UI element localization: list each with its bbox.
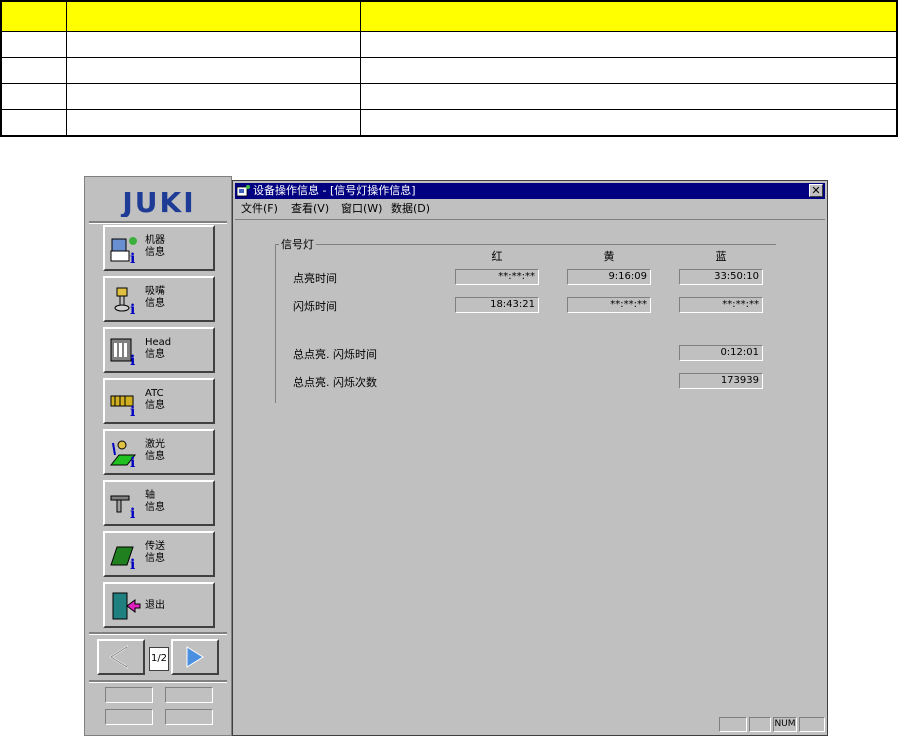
divider bbox=[89, 632, 227, 635]
button-label-2: 信息 bbox=[145, 349, 165, 360]
button-label-1: 机器 bbox=[145, 235, 165, 246]
juki-logo: JUKI bbox=[120, 187, 195, 217]
total-time-label: 总点亮. 闪烁时间 bbox=[293, 348, 377, 361]
side-panel: JUKI i 机器 信息 i 吸嘴 信息 i Head 信息 i ATC 信息 … bbox=[84, 176, 232, 736]
machine-info-button[interactable]: i 机器 信息 bbox=[103, 225, 215, 271]
status-bar: NUM bbox=[235, 717, 825, 733]
total-count-field: 173939 bbox=[679, 373, 763, 389]
on-yellow-field: 9:16:09 bbox=[567, 269, 651, 285]
status-cell bbox=[719, 717, 747, 732]
total-count-label: 总点亮. 闪烁次数 bbox=[293, 376, 377, 389]
table-row bbox=[0, 109, 898, 137]
svg-text:i: i bbox=[130, 455, 135, 469]
table-header-row bbox=[0, 0, 898, 32]
button-label-2: 信息 bbox=[145, 400, 165, 411]
button-label-1: 吸嘴 bbox=[145, 286, 165, 297]
signal-info-window: 设备操作信息 - [信号灯操作信息] ✕ 文件(F) 查看(V) 窗口(W) 数… bbox=[232, 180, 828, 736]
svg-text:i: i bbox=[130, 506, 135, 520]
col-yellow: 黄 bbox=[603, 250, 615, 263]
svg-text:JUKI: JUKI bbox=[120, 187, 195, 217]
svg-text:i: i bbox=[130, 404, 135, 418]
svg-text:i: i bbox=[130, 353, 135, 367]
row-on-label: 点亮时间 bbox=[293, 272, 337, 285]
table-row bbox=[0, 83, 898, 110]
menu-bar: 文件(F) 查看(V) 窗口(W) 数据(D) bbox=[235, 200, 825, 218]
button-label-1: 激光 bbox=[145, 439, 165, 450]
atc-info-button[interactable]: i ATC 信息 bbox=[103, 378, 215, 424]
window-title: 设备操作信息 - [信号灯操作信息] bbox=[253, 184, 416, 197]
on-red-field: **:**:** bbox=[455, 269, 539, 285]
arrow-left-icon bbox=[109, 645, 128, 669]
button-label-2: 信息 bbox=[145, 502, 165, 513]
nozzle-info-button[interactable]: i 吸嘴 信息 bbox=[103, 276, 215, 322]
machine-info-icon: i bbox=[110, 237, 137, 265]
table-header-cell bbox=[0, 0, 67, 32]
button-label-1: 退出 bbox=[145, 600, 165, 611]
status-cell bbox=[749, 717, 771, 732]
next-page-button[interactable] bbox=[171, 639, 219, 675]
axis-info-button[interactable]: i 轴信息 bbox=[103, 480, 215, 526]
empty-slot bbox=[165, 709, 213, 725]
divider bbox=[89, 221, 227, 224]
status-cell bbox=[799, 717, 825, 732]
col-blue: 蓝 bbox=[715, 250, 727, 263]
title-bar[interactable]: 设备操作信息 - [信号灯操作信息] ✕ bbox=[235, 183, 825, 199]
page-indicator: 1/2 bbox=[149, 647, 169, 671]
pager: 1/2 bbox=[95, 637, 221, 677]
divider bbox=[89, 680, 227, 683]
head-info-icon: i bbox=[110, 338, 135, 367]
button-label-2: 信息 bbox=[145, 298, 165, 309]
menu-window[interactable]: 窗口(W) bbox=[341, 200, 382, 218]
button-label-2: 信息 bbox=[145, 451, 165, 462]
client-area: 信号灯 红 黄 蓝 点亮时间 **:**:** 9:16:09 33:50:10… bbox=[235, 219, 825, 715]
menu-data[interactable]: 数据(D) bbox=[391, 200, 430, 218]
menu-view[interactable]: 查看(V) bbox=[291, 200, 329, 218]
flash-yellow-field: **:**:** bbox=[567, 297, 651, 313]
conveyor-info-button[interactable]: i 传送 信息 bbox=[103, 531, 215, 577]
table-row bbox=[0, 31, 898, 58]
on-blue-field: 33:50:10 bbox=[679, 269, 763, 285]
app-icon bbox=[237, 185, 250, 197]
menu-file[interactable]: 文件(F) bbox=[241, 200, 278, 218]
flash-blue-field: **:**:** bbox=[679, 297, 763, 313]
laser-info-button[interactable]: i 激光 信息 bbox=[103, 429, 215, 475]
empty-slot bbox=[165, 687, 213, 703]
total-time-field: 0:12:01 bbox=[679, 345, 763, 361]
svg-text:i: i bbox=[130, 251, 135, 265]
table-row bbox=[0, 57, 898, 84]
empty-slot bbox=[105, 687, 153, 703]
row-flash-label: 闪烁时间 bbox=[293, 300, 337, 313]
button-label-2: 信息 bbox=[145, 553, 165, 564]
col-red: 红 bbox=[491, 250, 503, 263]
close-icon: ✕ bbox=[811, 184, 821, 197]
button-label-1: 传送 bbox=[145, 541, 165, 552]
svg-text:i: i bbox=[130, 302, 135, 316]
close-button[interactable]: ✕ bbox=[809, 184, 823, 197]
exit-button[interactable]: 退出 bbox=[103, 582, 215, 628]
arrow-right-icon bbox=[186, 646, 204, 668]
laser-info-icon: i bbox=[109, 440, 137, 469]
table-header-cell bbox=[360, 0, 898, 32]
button-label-1: ATC bbox=[145, 388, 164, 399]
status-num: NUM bbox=[773, 717, 797, 732]
blank-table bbox=[0, 0, 898, 137]
exit-icon bbox=[112, 592, 141, 620]
svg-text:i: i bbox=[130, 557, 135, 571]
button-label-2: 信息 bbox=[145, 247, 165, 258]
group-title: 信号灯 bbox=[279, 236, 316, 252]
nozzle-info-icon: i bbox=[114, 287, 135, 316]
flash-red-field: 18:43:21 bbox=[455, 297, 539, 313]
empty-slot bbox=[105, 709, 153, 725]
table-header-cell bbox=[66, 0, 361, 32]
button-label-1: Head bbox=[145, 337, 172, 348]
button-label-1: 轴 bbox=[145, 490, 155, 501]
axis-info-icon: i bbox=[110, 495, 135, 520]
head-info-button[interactable]: i Head 信息 bbox=[103, 327, 215, 373]
atc-info-icon: i bbox=[110, 395, 135, 418]
conveyor-info-icon: i bbox=[110, 546, 135, 571]
prev-page-button[interactable] bbox=[97, 639, 145, 675]
